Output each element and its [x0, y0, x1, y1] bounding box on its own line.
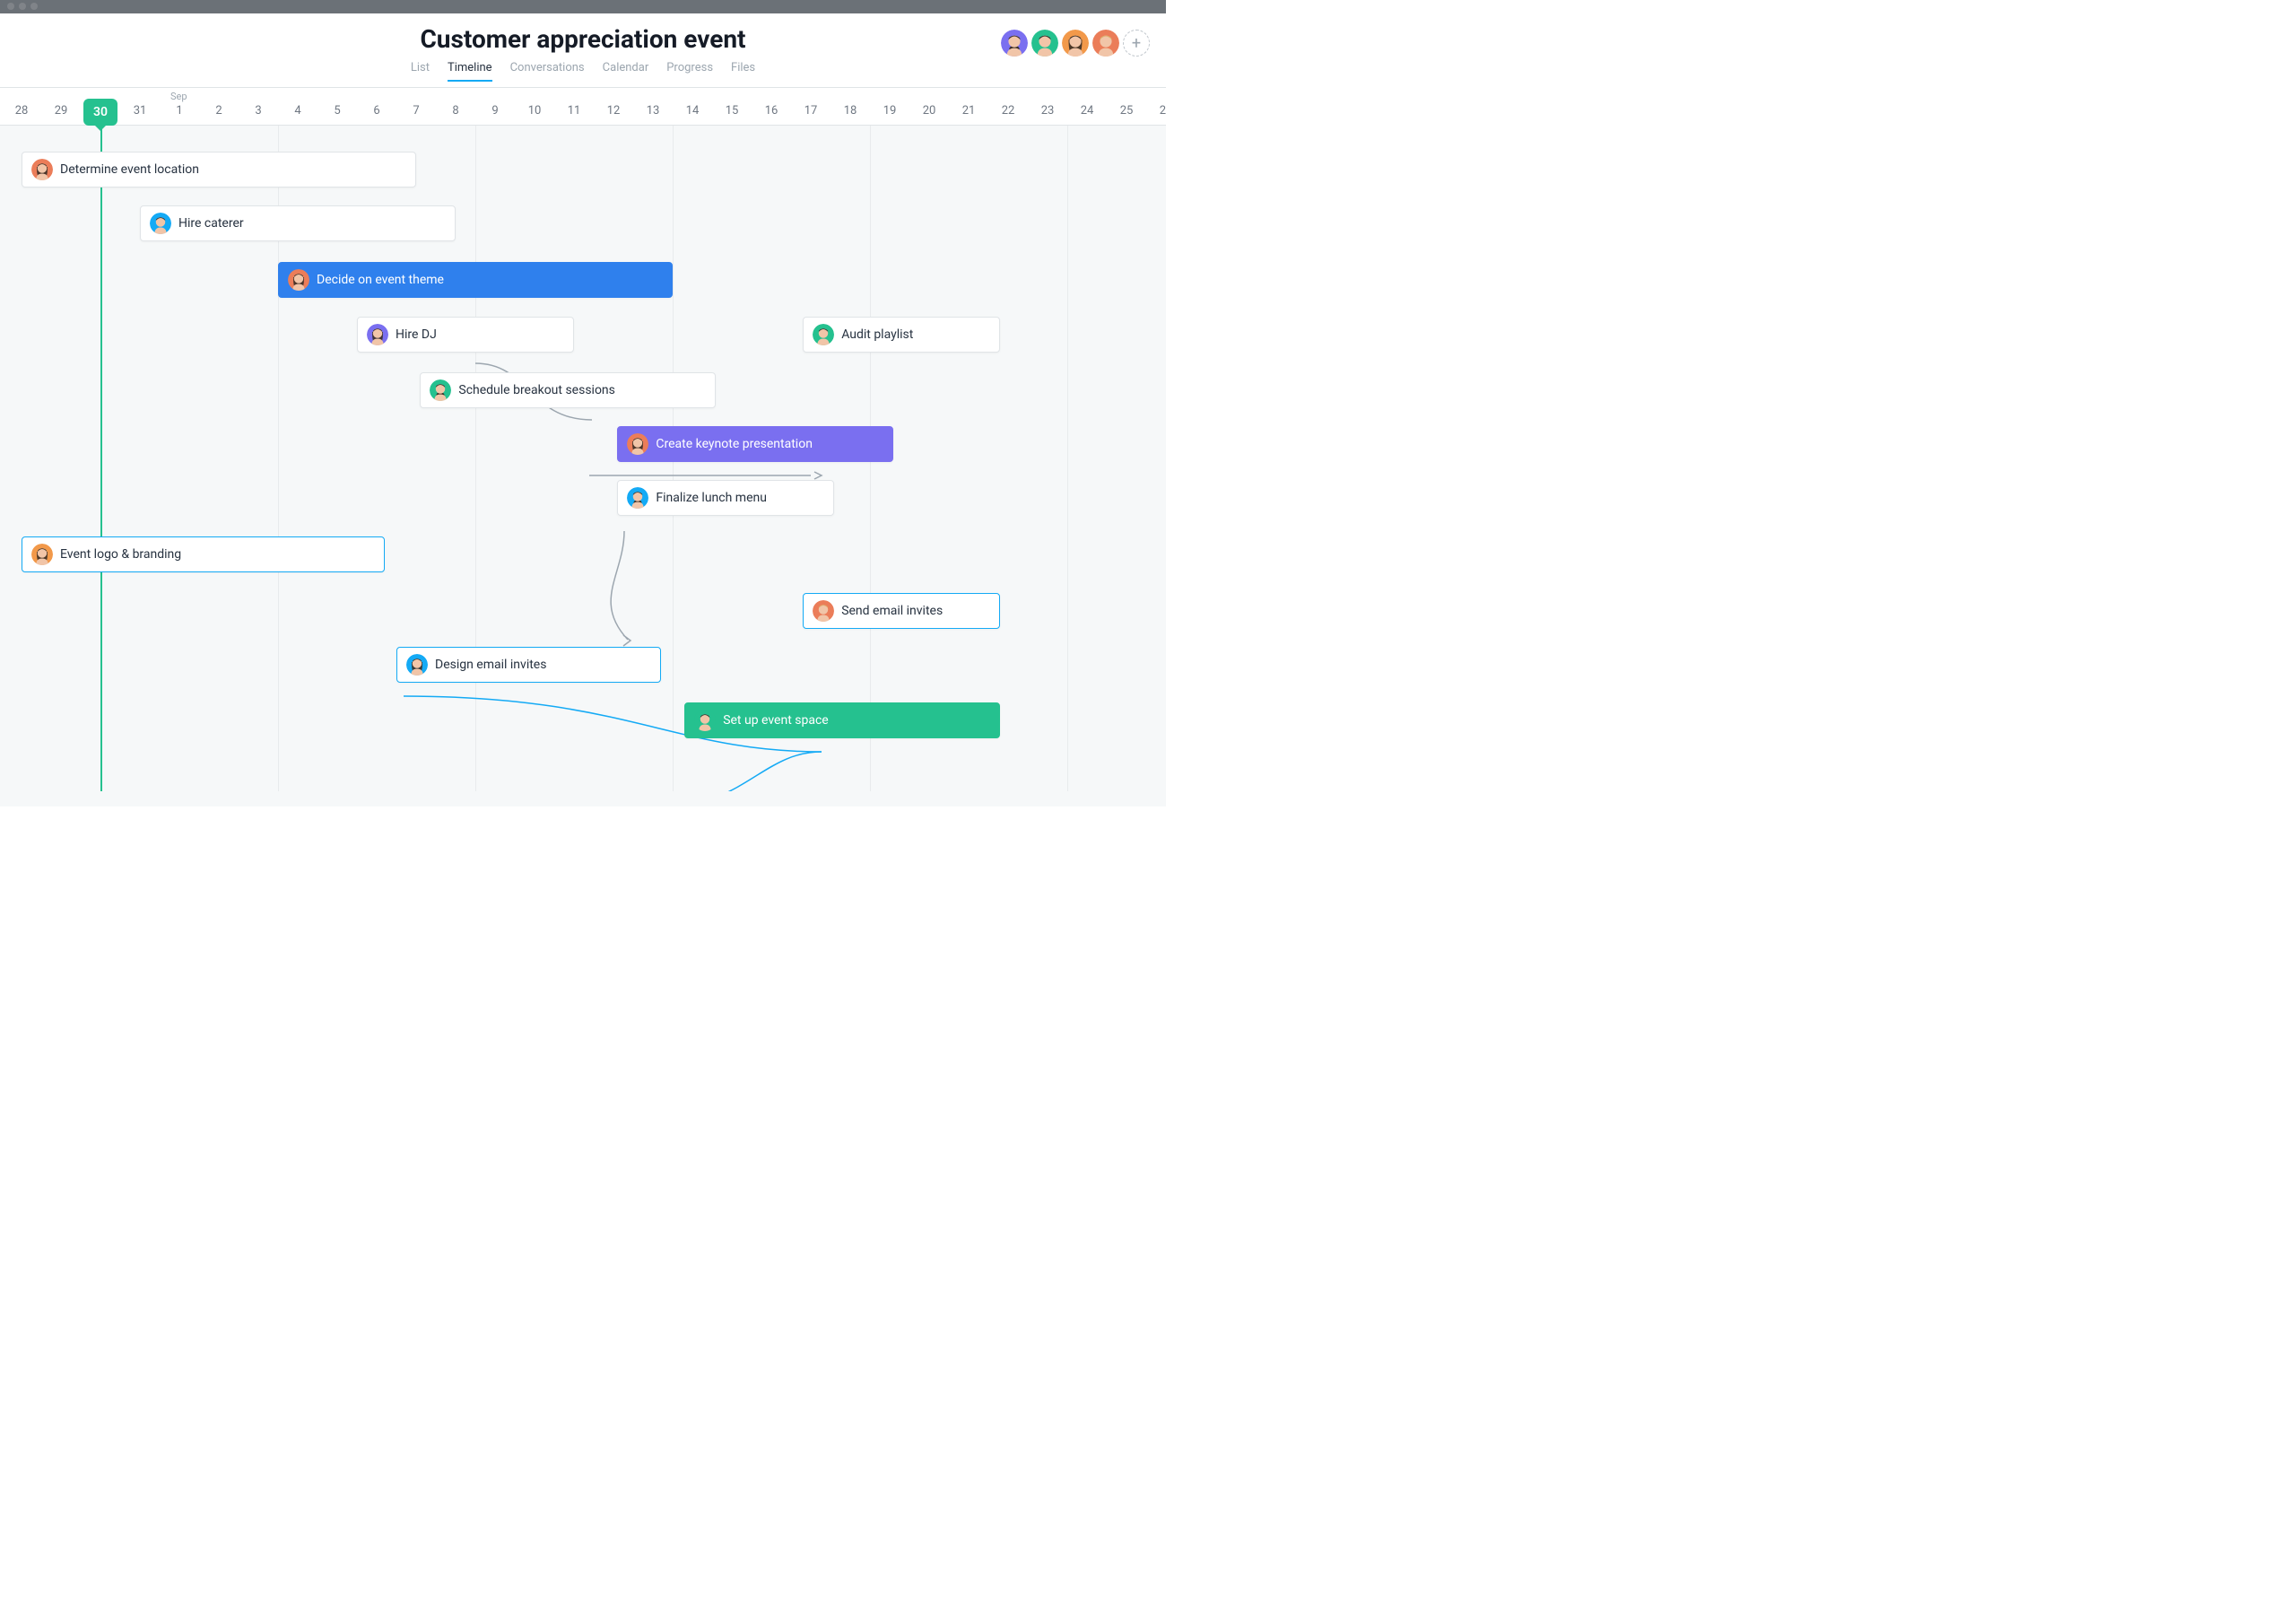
day-label: 28: [15, 104, 29, 118]
task-logo-branding[interactable]: Event logo & branding: [22, 536, 385, 572]
project-header: Customer appreciation event List Timeline…: [0, 13, 1166, 88]
day-label: 2: [215, 104, 222, 118]
member-avatar[interactable]: [1092, 30, 1119, 57]
day-label: 7: [413, 104, 419, 118]
day-label: 20: [923, 104, 936, 118]
app-window: Customer appreciation event List Timeline…: [0, 0, 1166, 806]
assignee-avatar: [31, 159, 53, 180]
task-label: Design email invites: [435, 658, 546, 672]
day-label: 14: [686, 104, 700, 118]
tab-progress[interactable]: Progress: [666, 61, 713, 82]
day-label: 22: [1002, 104, 1015, 118]
assignee-avatar: [813, 324, 834, 345]
task-label: Set up event space: [723, 713, 829, 728]
add-member-button[interactable]: +: [1123, 30, 1150, 57]
assignee-avatar: [627, 433, 648, 455]
day-label: 18: [844, 104, 857, 118]
day-label: 16: [765, 104, 778, 118]
today-line: [100, 126, 102, 791]
task-label: Schedule breakout sessions: [458, 383, 615, 397]
task-schedule-breakout[interactable]: Schedule breakout sessions: [420, 372, 716, 408]
day-label: 10: [528, 104, 542, 118]
day-label: 3: [255, 104, 261, 118]
window-topbar: [0, 0, 1166, 13]
task-label: Hire DJ: [396, 327, 437, 342]
grid-line: [475, 126, 476, 791]
task-design-invites[interactable]: Design email invites: [396, 647, 661, 683]
task-determine-location[interactable]: Determine event location: [22, 152, 416, 187]
assignee-avatar: [694, 710, 716, 731]
task-keynote[interactable]: Create keynote presentation: [617, 426, 893, 462]
tab-files[interactable]: Files: [731, 61, 755, 82]
day-label: 26: [1160, 104, 1166, 118]
task-audit-playlist[interactable]: Audit playlist: [803, 317, 1000, 353]
assignee-avatar: [813, 600, 834, 622]
assignee-avatar: [430, 379, 451, 401]
task-label: Event logo & branding: [60, 547, 181, 562]
traffic-lights: [7, 3, 38, 10]
tab-calendar[interactable]: Calendar: [603, 61, 649, 82]
member-avatar[interactable]: [1001, 30, 1028, 57]
assignee-avatar: [288, 269, 309, 291]
task-decide-theme[interactable]: Decide on event theme: [278, 262, 673, 298]
tab-timeline[interactable]: Timeline: [448, 61, 492, 82]
day-label: 17: [804, 104, 818, 118]
view-tabs: List Timeline Conversations Calendar Progres…: [0, 61, 1166, 87]
today-marker[interactable]: 30: [83, 99, 117, 126]
member-avatar[interactable]: [1031, 30, 1058, 57]
task-label: Send email invites: [841, 604, 943, 618]
task-setup-space[interactable]: Set up event space: [684, 702, 1000, 738]
task-label: Determine event location: [60, 162, 199, 177]
task-hire-dj[interactable]: Hire DJ: [357, 317, 574, 353]
grid-line: [1067, 126, 1068, 791]
day-label: 12: [607, 104, 621, 118]
day-label: 6: [373, 104, 379, 118]
assignee-avatar: [150, 213, 171, 234]
assignee-avatar: [627, 487, 648, 509]
day-label: 8: [452, 104, 458, 118]
task-label: Finalize lunch menu: [656, 491, 767, 505]
tab-conversations[interactable]: Conversations: [510, 61, 585, 82]
assignee-avatar: [367, 324, 388, 345]
month-label: Sep: [170, 91, 187, 102]
task-label: Audit playlist: [841, 327, 913, 342]
day-label: 24: [1081, 104, 1094, 118]
task-label: Create keynote presentation: [656, 437, 813, 451]
day-label: 1: [176, 104, 182, 118]
day-label: 31: [134, 104, 147, 118]
day-label: 25: [1120, 104, 1134, 118]
day-label: 13: [647, 104, 660, 118]
day-label: 4: [294, 104, 300, 118]
tab-list[interactable]: List: [411, 61, 430, 82]
day-label: 5: [334, 104, 340, 118]
assignee-avatar: [406, 654, 428, 676]
day-label: 15: [726, 104, 739, 118]
member-avatar[interactable]: [1062, 30, 1089, 57]
task-lunch-menu[interactable]: Finalize lunch menu: [617, 480, 834, 516]
task-label: Decide on event theme: [317, 273, 444, 287]
project-title: Customer appreciation event: [0, 24, 1166, 54]
day-label: 9: [491, 104, 498, 118]
task-label: Hire caterer: [178, 216, 244, 231]
timeline-canvas[interactable]: Determine event location Hire caterer Deci…: [0, 126, 1166, 791]
day-label: 21: [962, 104, 976, 118]
project-members: +: [1001, 30, 1150, 57]
date-ruler: Sep2829303112345678910111213141516171819…: [0, 88, 1166, 126]
assignee-avatar: [31, 544, 53, 565]
task-hire-caterer[interactable]: Hire caterer: [140, 205, 456, 241]
day-label: 23: [1041, 104, 1055, 118]
task-send-invites[interactable]: Send email invites: [803, 593, 1000, 629]
day-label: 19: [883, 104, 897, 118]
day-label: 11: [568, 104, 581, 118]
day-label: 29: [55, 104, 68, 118]
